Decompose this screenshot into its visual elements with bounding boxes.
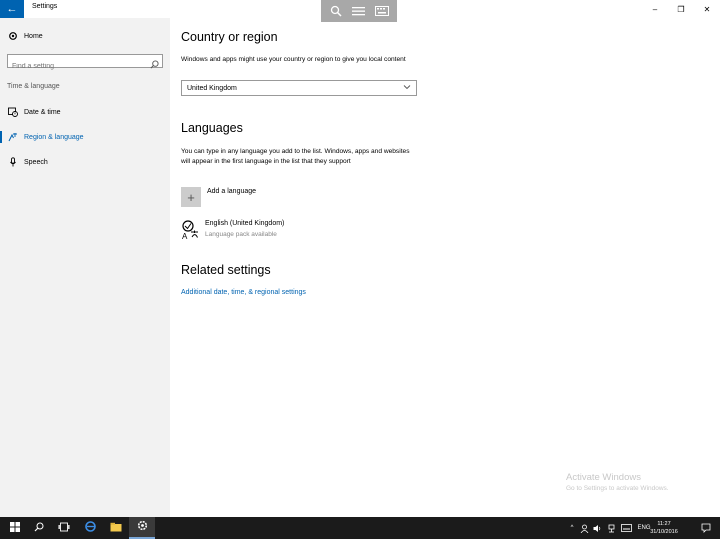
window-controls: – ❐ ✕ [642,0,720,18]
edge-icon [84,519,96,537]
gear-icon [137,518,148,536]
file-explorer-button[interactable] [103,517,129,539]
viewer-toolbar [321,0,397,22]
sidebar-item-label: Home [24,32,43,40]
clock-time: 11:27 [657,521,671,527]
back-button[interactable]: ← [0,0,24,18]
zoom-icon[interactable] [327,3,345,19]
languages-description: You can type in any language you add to … [181,148,410,165]
additional-settings-link[interactable]: Additional date, time, & regional settin… [181,289,306,296]
close-button[interactable]: ✕ [694,0,720,18]
taskbar: ^ ENG 11:27 31/10/2016 [0,517,720,539]
search-icon[interactable] [150,56,159,74]
search-taskbar-button[interactable] [26,517,52,539]
people-tray-icon[interactable] [578,517,590,539]
chevron-down-icon [403,84,411,92]
task-view-icon [58,519,70,537]
related-settings-heading: Related settings [181,263,271,277]
sidebar-item-label: Speech [24,158,48,166]
network-icon[interactable] [605,517,617,539]
volume-icon[interactable] [591,517,603,539]
keyboard-icon[interactable] [373,3,391,19]
country-region-value: United Kingdom [187,84,237,92]
action-center-button[interactable] [698,517,714,539]
activation-watermark-subtitle: Go to Settings to activate Windows. [566,485,669,492]
window-title: Settings [32,3,58,10]
calendar-clock-icon [3,107,23,117]
windows-logo-icon [10,519,20,537]
restore-button[interactable]: ❐ [668,0,694,18]
microphone-icon [3,157,23,167]
active-indicator [0,131,2,143]
sidebar-item-speech[interactable]: Speech [0,152,170,172]
search-box[interactable] [7,54,163,73]
settings-taskbar-button[interactable] [129,517,155,539]
add-language-button[interactable]: + [181,187,201,207]
add-language-label[interactable]: Add a language [207,188,256,195]
taskbar-clock[interactable]: 11:27 31/10/2016 [646,520,682,536]
start-button[interactable] [2,517,28,539]
edge-browser-button[interactable] [77,517,103,539]
language-status: Language pack available [205,231,277,238]
task-view-button[interactable] [51,517,77,539]
plus-icon: + [187,189,195,205]
country-region-dropdown[interactable]: United Kingdom [181,80,417,96]
sidebar-item-label: Region & language [24,133,84,141]
title-bar: ← Settings – ❐ ✕ [0,0,720,22]
minimize-button[interactable]: – [642,0,668,18]
region-language-icon [3,132,23,142]
country-region-heading: Country or region [181,30,278,44]
sidebar-item-label: Date & time [24,108,61,116]
clock-date: 31/10/2016 [650,529,678,535]
folder-icon [110,519,122,537]
activation-watermark-title: Activate Windows [566,472,641,483]
search-input[interactable] [8,60,138,73]
show-hidden-icons-button[interactable]: ^ [566,517,578,539]
chevron-up-icon: ^ [570,525,574,531]
language-name[interactable]: English (United Kingdom) [205,220,284,227]
gear-icon [3,31,23,41]
back-arrow-icon: ← [6,3,18,15]
svg-text:A: A [182,232,188,240]
languages-heading: Languages [181,121,243,135]
search-icon [34,519,44,537]
section-label: Time & language [7,83,60,90]
sidebar: Home Time & language Date & time Region … [0,18,170,518]
sidebar-item-home[interactable]: Home [0,26,170,46]
country-region-description: Windows and apps might use your country … [181,56,406,63]
lines-icon[interactable] [350,3,368,19]
sidebar-item-region-language[interactable]: Region & language [0,127,170,147]
keyboard-tray-icon[interactable] [619,517,633,539]
sidebar-item-date-time[interactable]: Date & time [0,102,170,122]
language-pack-icon: A [181,220,201,245]
